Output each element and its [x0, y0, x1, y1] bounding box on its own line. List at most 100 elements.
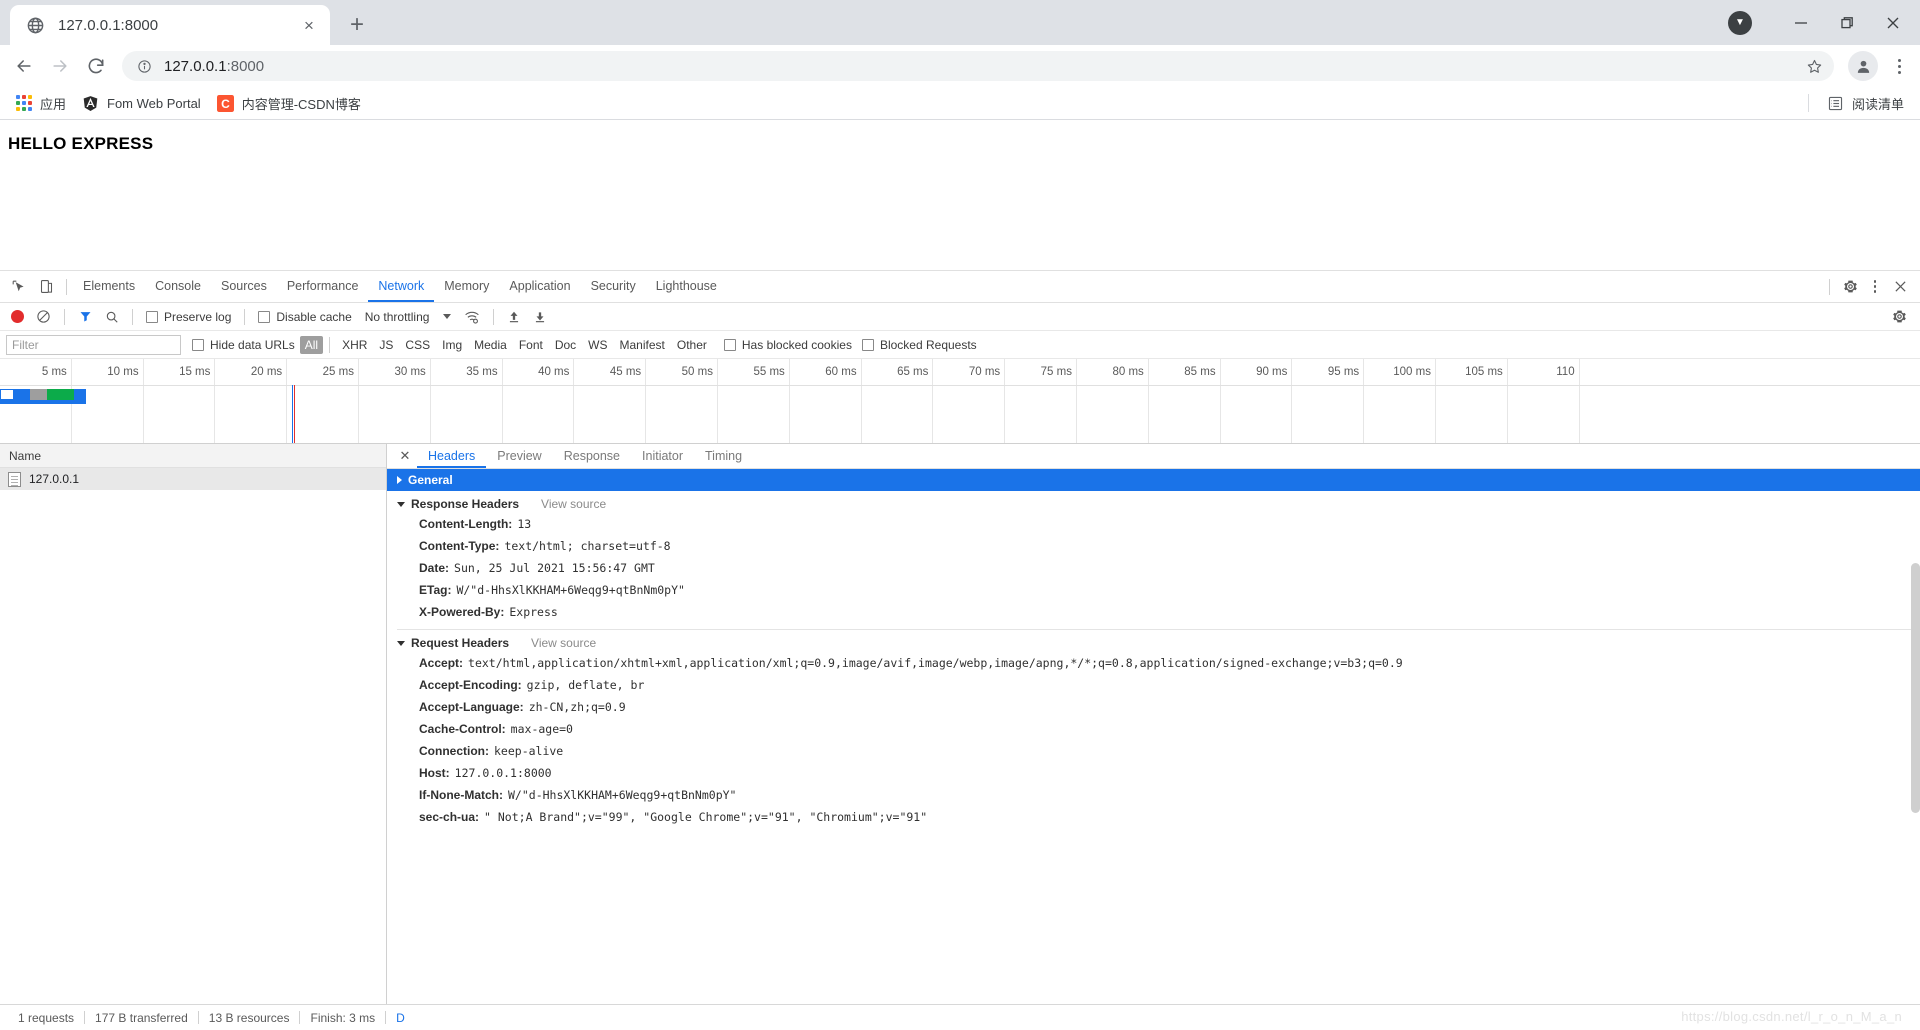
filter-type-media[interactable]: Media [468, 336, 513, 354]
request-headers-section-header[interactable]: Request Headers View source [387, 630, 1920, 652]
tab-preview[interactable]: Preview [486, 444, 552, 468]
network-settings-icon[interactable] [1887, 303, 1912, 331]
filter-type-font[interactable]: Font [513, 336, 549, 354]
filter-input[interactable]: Filter [6, 334, 181, 355]
close-window-button[interactable] [1870, 0, 1916, 45]
tab-application[interactable]: Application [499, 271, 580, 302]
network-conditions-icon[interactable] [459, 303, 485, 331]
close-detail-icon[interactable]: ✕ [393, 448, 417, 464]
tab-network[interactable]: Network [368, 271, 435, 302]
disable-cache-checkbox[interactable]: Disable cache [253, 303, 356, 331]
header-value: " Not;A Brand";v="99", "Google Chrome";v… [484, 810, 928, 824]
network-filter-bar: Filter Hide data URLs All XHR JS CSS Img… [0, 331, 1920, 359]
info-circle-icon[interactable] [134, 59, 154, 74]
tab-headers[interactable]: Headers [417, 444, 487, 468]
menu-dot [1873, 285, 1877, 288]
hide-data-urls-checkbox[interactable]: Hide data URLs [187, 331, 300, 359]
more-options-icon[interactable] [1864, 280, 1886, 293]
menu-dot [1873, 290, 1877, 293]
header-key: X-Powered-By: [419, 605, 505, 619]
tab-sources[interactable]: Sources [211, 271, 277, 302]
tab-lighthouse[interactable]: Lighthouse [646, 271, 727, 302]
browser-tab[interactable]: 127.0.0.1:8000 × [10, 5, 330, 45]
close-devtools-icon[interactable] [1886, 273, 1914, 301]
menu-dot [1897, 64, 1901, 68]
bookmark-apps[interactable]: 应用 [8, 90, 74, 116]
filter-type-ws[interactable]: WS [582, 336, 613, 354]
tab-elements[interactable]: Elements [73, 271, 145, 302]
overview-tick: 30 ms [359, 359, 431, 443]
filter-type-img[interactable]: Img [436, 336, 468, 354]
reload-button[interactable] [78, 48, 114, 84]
preserve-log-checkbox[interactable]: Preserve log [141, 303, 236, 331]
bookmark-fom-web-portal[interactable]: Fom Web Portal [74, 90, 209, 116]
header-row: Connection: keep-alive [387, 740, 1920, 762]
request-list-header[interactable]: Name [0, 444, 386, 468]
filter-icon[interactable] [73, 303, 98, 331]
tab-timing[interactable]: Timing [694, 444, 753, 468]
chevron-down-icon [397, 501, 405, 507]
header-value: zh-CN,zh;q=0.9 [528, 700, 626, 714]
network-overview-timeline[interactable]: 5 ms 10 ms 15 ms 20 ms 25 ms 30 ms 35 ms 40 ms 4… [0, 359, 1920, 444]
header-value: text/html; charset=utf-8 [504, 539, 671, 553]
search-icon[interactable] [100, 303, 124, 331]
close-icon[interactable]: × [298, 14, 320, 36]
view-source-link[interactable]: View source [531, 636, 596, 650]
response-headers-section-header[interactable]: Response Headers View source [387, 491, 1920, 513]
device-toolbar-icon[interactable] [32, 273, 60, 301]
tab-response[interactable]: Response [553, 444, 631, 468]
update-badge-icon[interactable]: ▼ [1728, 10, 1752, 35]
bookmark-star-icon[interactable] [1800, 58, 1828, 75]
overview-tick: 20 ms [215, 359, 288, 443]
reading-list-button[interactable]: 阅读清单 [1819, 90, 1912, 116]
header-row: Content-Length: 13 [387, 513, 1920, 535]
inspect-element-icon[interactable] [4, 273, 32, 301]
filter-type-doc[interactable]: Doc [549, 336, 582, 354]
divider [493, 308, 495, 325]
dom-content-loaded-line [292, 385, 293, 443]
header-row: ETag: W/"d-HhsXlKKHAM+6Weqg9+qtBnNm0pY" [387, 579, 1920, 601]
header-value: W/"d-HhsXlKKHAM+6Weqg9+qtBnNm0pY" [508, 788, 737, 802]
tab-initiator[interactable]: Initiator [631, 444, 694, 468]
profile-avatar[interactable] [1848, 51, 1878, 81]
blocked-requests-checkbox[interactable]: Blocked Requests [857, 331, 982, 359]
new-tab-button[interactable]: + [340, 8, 374, 42]
header-value: 13 [517, 517, 532, 531]
settings-gear-icon[interactable] [1836, 273, 1864, 301]
filter-type-css[interactable]: CSS [399, 336, 436, 354]
import-har-icon[interactable] [502, 303, 526, 331]
tab-console[interactable]: Console [145, 271, 211, 302]
table-row[interactable]: 127.0.0.1 [0, 468, 386, 490]
detail-scrollbar[interactable] [1911, 563, 1920, 813]
header-row: Accept: text/html,application/xhtml+xml,… [387, 652, 1920, 674]
general-section-header[interactable]: General [387, 469, 1920, 491]
tab-memory[interactable]: Memory [434, 271, 499, 302]
page-viewport: HELLO EXPRESS [0, 120, 1920, 270]
header-value: 127.0.0.1:8000 [454, 766, 552, 780]
export-har-icon[interactable] [528, 303, 552, 331]
filter-type-all[interactable]: All [299, 335, 324, 354]
chrome-menu-button[interactable] [1884, 58, 1914, 74]
tab-performance[interactable]: Performance [277, 271, 369, 302]
menu-dot [1897, 70, 1901, 74]
bookmark-csdn[interactable]: C 内容管理-CSDN博客 [209, 90, 369, 116]
browser-toolbar: 127.0.0.1:8000 [0, 45, 1920, 87]
filter-type-js[interactable]: JS [373, 336, 399, 354]
minimize-button[interactable] [1778, 0, 1824, 45]
has-blocked-cookies-checkbox[interactable]: Has blocked cookies [719, 331, 857, 359]
throttling-select[interactable]: No throttling [359, 310, 458, 324]
filter-type-xhr[interactable]: XHR [336, 336, 373, 354]
request-detail-tab-bar: ✕ Headers Preview Response Initiator Tim… [387, 444, 1920, 469]
view-source-link[interactable]: View source [541, 497, 606, 511]
svg-text:C: C [221, 96, 230, 110]
forward-button[interactable] [42, 48, 78, 84]
tab-security[interactable]: Security [581, 271, 646, 302]
record-button[interactable] [6, 303, 29, 331]
filter-type-manifest[interactable]: Manifest [614, 336, 671, 354]
address-bar[interactable]: 127.0.0.1:8000 [122, 51, 1834, 81]
filter-type-other[interactable]: Other [671, 336, 713, 354]
back-button[interactable] [6, 48, 42, 84]
devtools-panel: Elements Console Sources Performance Net… [0, 270, 1920, 1030]
clear-button[interactable] [31, 303, 56, 331]
maximize-button[interactable] [1824, 0, 1870, 45]
